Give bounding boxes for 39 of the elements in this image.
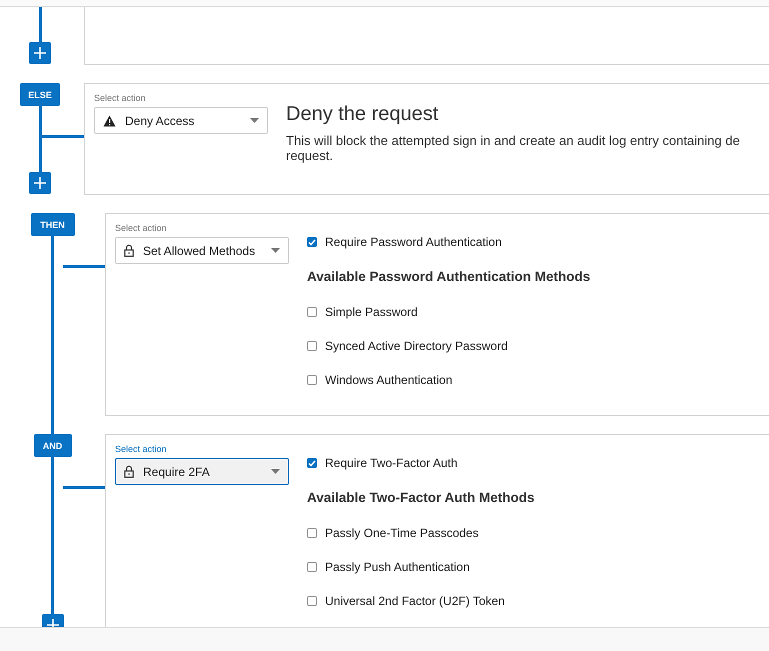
action-select[interactable]: Require 2FA <box>115 458 289 485</box>
action-select[interactable]: Deny Access <box>94 107 268 134</box>
checkbox[interactable] <box>307 307 317 317</box>
lock-icon <box>124 244 134 257</box>
checkbox-label: Require Two-Factor Auth <box>325 456 458 470</box>
checkbox[interactable] <box>307 596 317 606</box>
caret-icon <box>271 248 280 253</box>
plus-icon <box>34 177 46 189</box>
checkbox-label: Require Password Authentication <box>325 235 502 249</box>
section-heading: Available Two-Factor Auth Methods <box>307 490 535 505</box>
add-button[interactable] <box>29 172 51 194</box>
caret-icon <box>271 469 280 474</box>
section-heading: Available Password Authentication Methods <box>307 269 590 284</box>
lock-icon <box>124 465 134 478</box>
action-title: Deny the request <box>286 103 440 126</box>
checkbox[interactable] <box>307 458 317 468</box>
checkbox[interactable] <box>307 528 317 538</box>
field-label: Select action <box>94 93 147 104</box>
add-button[interactable] <box>29 42 51 64</box>
checkbox[interactable] <box>307 237 317 247</box>
checkbox-label: Windows Authentication <box>325 373 452 387</box>
caret-icon <box>250 118 259 123</box>
field-label: Select action <box>115 444 168 455</box>
condition-badge: ELSE <box>20 83 60 106</box>
plus-icon <box>34 47 46 59</box>
checkbox-label: Universal 2nd Factor (U2F) Token <box>325 594 505 608</box>
checkbox[interactable] <box>307 341 317 351</box>
action-select[interactable]: Set Allowed Methods <box>115 237 289 264</box>
condition-badge: AND <box>34 434 72 457</box>
checkbox-label: Synced Active Directory Password <box>325 339 508 353</box>
checkbox-label: Passly One-Time Passcodes <box>325 526 479 540</box>
checkbox[interactable] <box>307 562 317 572</box>
checkbox-label: Passly Push Authentication <box>325 560 470 574</box>
condition-badge: THEN <box>30 213 74 236</box>
field-label: Select action <box>115 223 168 234</box>
checkbox[interactable] <box>307 375 317 385</box>
warning-icon <box>103 114 116 126</box>
checkbox-label: Simple Password <box>325 305 418 319</box>
action-description: This will block the attempted sign in and create an audit log entry containing de request. <box>286 133 740 163</box>
